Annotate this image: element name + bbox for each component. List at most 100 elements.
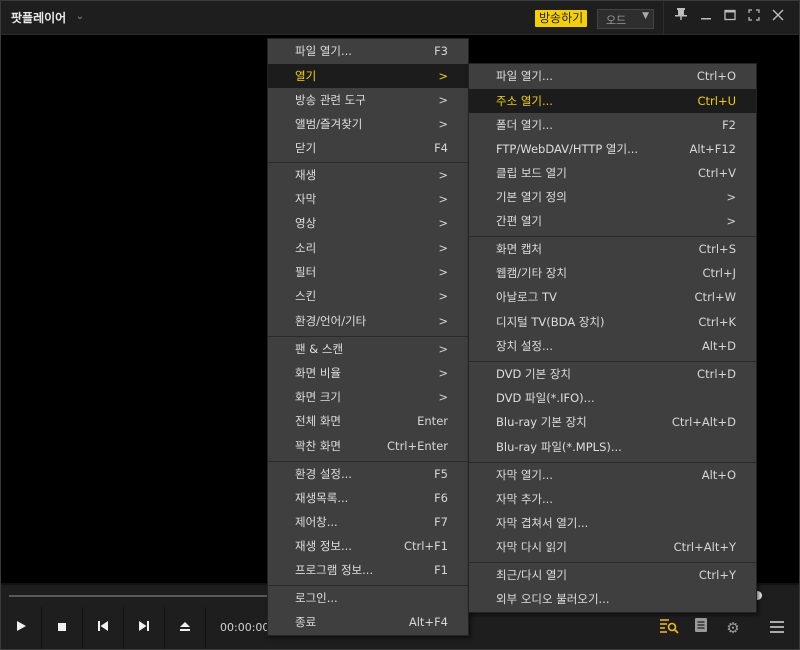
main-menu-item-shortcut: Ctrl+Enter [387, 439, 448, 453]
main-menu-item-shortcut: F5 [434, 467, 448, 481]
main-menu-item[interactable]: 필터 > [268, 260, 468, 284]
main-menu-item-label: 방송 관련 도구 [295, 93, 366, 107]
next-icon[interactable] [124, 607, 165, 649]
open-submenu-item[interactable]: FTP/WebDAV/HTTP 열기... Alt+F12 [469, 137, 756, 161]
open-submenu-item[interactable]: 자막 겹쳐서 열기... [469, 511, 756, 535]
main-menu-item[interactable]: 팬 & 스캔 > [268, 337, 468, 361]
main-menu-item[interactable]: 앨범/즐겨찾기 > [268, 112, 468, 136]
gear-icon[interactable]: ⚙ [722, 617, 744, 639]
fullscreen-icon[interactable] [744, 7, 764, 27]
eject-icon[interactable] [165, 607, 206, 649]
open-submenu-item[interactable]: 자막 추가... [469, 487, 756, 511]
app-title[interactable]: 팟플레이어 [11, 9, 66, 26]
main-menu-item-label: 프로그램 정보... [295, 563, 374, 577]
open-submenu-item[interactable]: 아날로그 TV Ctrl+W [469, 285, 756, 309]
main-menu-item-shortcut: F7 [434, 515, 448, 529]
open-submenu-item-label: 주소 열기... [496, 94, 553, 108]
submenu-arrow-icon: > [438, 265, 448, 279]
open-submenu-item[interactable]: 기본 열기 정의 > [469, 185, 756, 209]
main-menu-item[interactable]: 화면 비율 > [268, 361, 468, 385]
mode-select-value: 오드 [606, 14, 627, 27]
open-submenu-item[interactable]: 화면 캡처 Ctrl+S [469, 237, 756, 261]
open-submenu-item-label: 자막 다시 읽기 [496, 540, 567, 554]
stop-icon[interactable] [42, 607, 83, 649]
main-menu-item[interactable]: 꽉찬 화면 Ctrl+Enter [268, 434, 468, 458]
open-submenu-item-shortcut: Ctrl+Alt+D [671, 415, 736, 429]
chevron-down-icon[interactable]: ⌄ [71, 8, 89, 26]
main-menu-item[interactable]: 열기 > [268, 64, 468, 88]
main-menu-item[interactable]: 프로그램 정보... F1 [268, 558, 468, 582]
main-menu-item[interactable]: 제어창... F7 [268, 510, 468, 534]
close-icon[interactable] [768, 7, 788, 27]
open-submenu-item[interactable]: DVD 기본 장치 Ctrl+D [469, 362, 756, 386]
open-submenu-item[interactable]: 폴더 열기... F2 [469, 113, 756, 137]
main-menu-item[interactable]: 환경 설정... F5 [268, 462, 468, 486]
pin-icon[interactable] [671, 7, 691, 27]
main-menu-item[interactable]: 재생 정보... Ctrl+F1 [268, 534, 468, 558]
main-menu-item[interactable]: 로그인... [268, 586, 468, 610]
main-menu-item[interactable]: 종료 Alt+F4 [268, 610, 468, 634]
play-icon[interactable] [1, 607, 42, 649]
main-menu-item-label: 환경 설정... [295, 467, 352, 481]
main-menu-item[interactable]: 전체 화면 Enter [268, 409, 468, 433]
open-submenu-item[interactable]: 파일 열기... Ctrl+O [469, 64, 756, 88]
submenu-arrow-icon: > [726, 190, 736, 204]
open-submenu-item[interactable]: DVD 파일(*.IFO)... [469, 386, 756, 410]
open-submenu-item[interactable]: 간편 열기 > [469, 209, 756, 233]
open-submenu-item[interactable]: 클립 보드 열기 Ctrl+V [469, 161, 756, 185]
maximize-icon[interactable] [720, 7, 740, 27]
open-submenu-item[interactable]: 웹캠/기타 장치 Ctrl+J [469, 261, 756, 285]
open-submenu-item[interactable]: 외부 오디오 불러오기... [469, 587, 756, 611]
playlist-icon[interactable] [690, 617, 712, 639]
main-menu-item[interactable]: 환경/언어/기타 > [268, 309, 468, 333]
open-submenu-item-shortcut: Ctrl+D [697, 367, 736, 381]
open-submenu-item[interactable]: 장치 설정... Alt+D [469, 334, 756, 358]
main-menu-item-label: 영상 [295, 216, 317, 230]
minimize-icon[interactable] [696, 7, 716, 27]
main-menu-item-label: 종료 [295, 615, 317, 629]
main-menu-item-label: 파일 열기... [295, 44, 352, 58]
dropdown-arrow-icon: ▼ [642, 11, 649, 21]
main-menu-item-label: 재생목록... [295, 491, 349, 505]
main-menu-item[interactable]: 닫기 F4 [268, 136, 468, 160]
open-submenu-item[interactable]: Blu-ray 파일(*.MPLS)... [469, 435, 756, 459]
main-menu-item[interactable]: 재생목록... F6 [268, 486, 468, 510]
open-submenu-item-shortcut: Ctrl+W [694, 290, 736, 304]
open-submenu: 파일 열기... Ctrl+O 주소 열기... Ctrl+U 폴더 열기... F2 FT… [468, 63, 757, 613]
main-menu-item[interactable]: 자막 > [268, 187, 468, 211]
open-submenu-item-shortcut: Ctrl+Y [698, 568, 736, 582]
playlist-search-icon[interactable] [658, 617, 680, 639]
main-menu-item[interactable]: 방송 관련 도구 > [268, 88, 468, 112]
open-submenu-item[interactable]: 최근/다시 열기 Ctrl+Y [469, 563, 756, 587]
main-context-menu: 파일 열기... F3 열기 > 방송 관련 도구 > 앨범/즐겨찾기 > 닫기 F4 재생 > 자막 >… [267, 38, 469, 636]
open-submenu-item-label: 웹캠/기타 장치 [496, 266, 568, 280]
main-menu-item[interactable]: 화면 크기 > [268, 385, 468, 409]
open-submenu-item-label: Blu-ray 파일(*.MPLS)... [496, 440, 622, 454]
main-menu-item-label: 소리 [295, 241, 317, 255]
mode-select[interactable]: 오드 ▼ [597, 9, 654, 29]
open-submenu-item-label: 외부 오디오 불러오기... [496, 592, 610, 606]
open-submenu-item-label: 자막 열기... [496, 468, 553, 482]
title-bar: 팟플레이어 ⌄ 방송하기 오드 ▼ [1, 1, 799, 35]
main-menu-item[interactable]: 스킨 > [268, 284, 468, 308]
open-submenu-item[interactable]: 자막 다시 읽기 Ctrl+Alt+Y [469, 535, 756, 559]
previous-icon[interactable] [83, 607, 124, 649]
submenu-arrow-icon: > [438, 117, 448, 131]
open-submenu-item[interactable]: 디지털 TV(BDA 장치) Ctrl+K [469, 310, 756, 334]
main-menu-item-shortcut: Alt+F4 [408, 615, 448, 629]
menu-icon[interactable] [766, 617, 788, 639]
broadcast-button[interactable]: 방송하기 [535, 10, 588, 27]
open-submenu-item[interactable]: 주소 열기... Ctrl+U [469, 89, 756, 113]
main-menu-item-label: 앨범/즐겨찾기 [295, 117, 363, 131]
main-menu-item-label: 화면 비율 [295, 366, 341, 380]
open-submenu-item-label: 자막 추가... [496, 492, 553, 506]
main-menu-item[interactable]: 파일 열기... F3 [268, 39, 468, 63]
open-submenu-item[interactable]: 자막 열기... Alt+O [469, 463, 756, 487]
main-menu-item[interactable]: 재생 > [268, 163, 468, 187]
main-menu-item-shortcut: F1 [434, 563, 448, 577]
submenu-arrow-icon: > [438, 168, 448, 182]
main-menu-item[interactable]: 소리 > [268, 236, 468, 260]
open-submenu-item[interactable]: Blu-ray 기본 장치 Ctrl+Alt+D [469, 410, 756, 434]
main-menu-item[interactable]: 영상 > [268, 211, 468, 235]
open-submenu-item-label: FTP/WebDAV/HTTP 열기... [496, 142, 639, 156]
